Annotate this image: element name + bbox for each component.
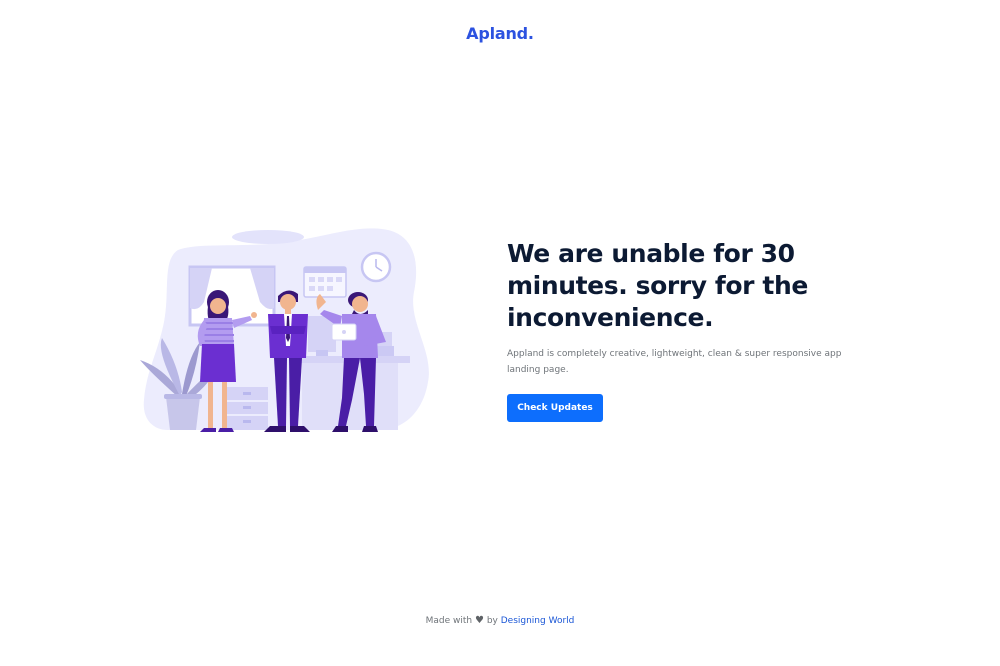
footer-made-with: Made with: [425, 616, 473, 626]
check-updates-button[interactable]: Check Updates: [507, 394, 603, 422]
footer-by: by: [486, 616, 498, 626]
footer-credit: Made with ♥ by Designing World: [0, 615, 1000, 626]
site-logo[interactable]: Apland.: [0, 24, 1000, 43]
maintenance-page: Apland. We are unable for 30 minutes. so…: [0, 0, 1000, 666]
maintenance-message: We are unable for 30 minutes. sorry for …: [507, 238, 867, 422]
page-title: We are unable for 30 minutes. sorry for …: [507, 239, 808, 332]
heart-icon: ♥: [474, 615, 484, 626]
office-team-illustration: [138, 222, 438, 434]
designing-world-link[interactable]: Designing World: [501, 616, 575, 626]
page-description: Appland is completely creative, lightwei…: [507, 349, 842, 375]
